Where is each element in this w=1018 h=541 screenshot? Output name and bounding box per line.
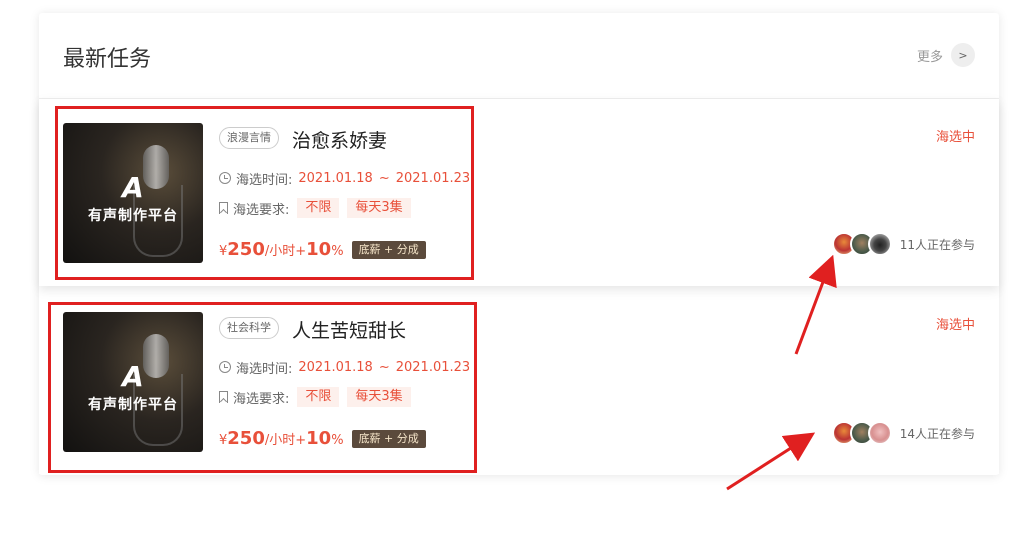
annotation-arrow xyxy=(726,432,816,491)
annotation-arrows xyxy=(726,254,837,491)
annotation-arrow xyxy=(794,254,837,355)
